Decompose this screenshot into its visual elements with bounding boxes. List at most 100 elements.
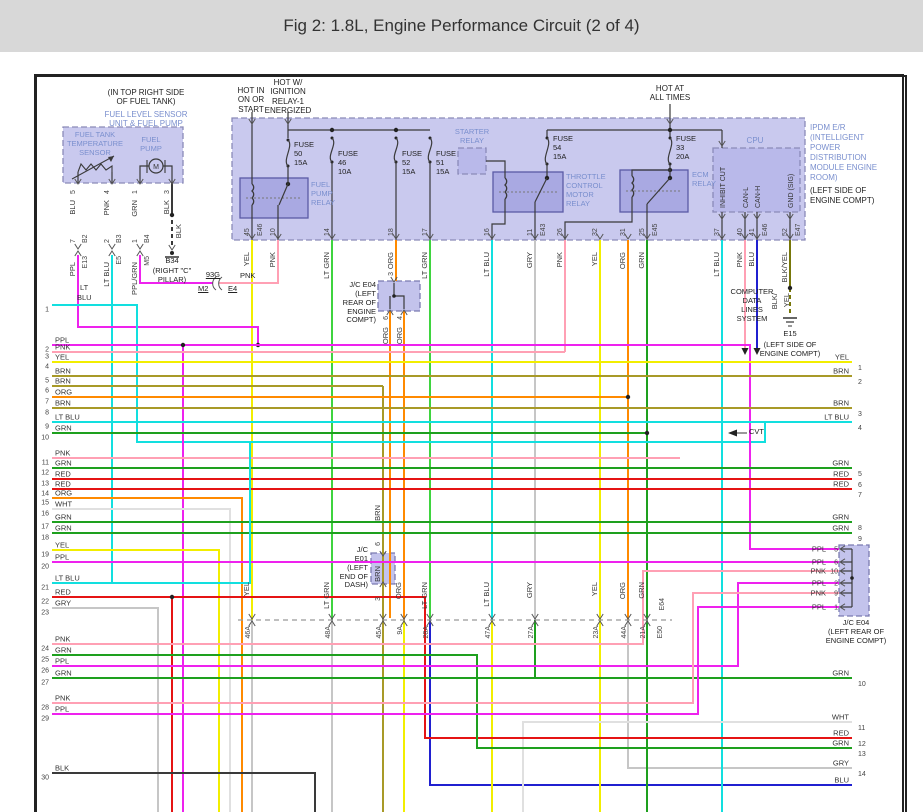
row-number: 16 [41, 511, 49, 518]
wire-color-label: BLU [68, 200, 77, 215]
row-color: GRN [55, 669, 72, 678]
row-color: GRN [55, 524, 72, 533]
wire-color-label: ORG [395, 327, 404, 344]
wire-color-label: GRN [637, 582, 646, 599]
junction-dot [392, 294, 396, 298]
row-color: BLU [77, 293, 92, 302]
wire-color-label: ORG [381, 327, 390, 344]
row-number: 15 [41, 500, 49, 507]
junction-dot [644, 430, 650, 436]
junction-dot [850, 576, 854, 580]
fuel-unit-name: FUEL LEVEL SENSOR UNIT & FUEL PUMP [104, 110, 188, 129]
row-color: GRN [55, 424, 72, 433]
junction-dot [787, 285, 793, 291]
wire-color-label: GRY [525, 582, 534, 598]
ipdm-location-note: (LEFT SIDE OF ENGINE COMPT) [810, 186, 875, 205]
throttle-relay-label: THROTTLE CONTROL MOTOR RELAY [566, 172, 606, 208]
pin-number: 4 [104, 190, 111, 194]
row-number: 6 [45, 388, 49, 395]
connector-name: E50 [657, 626, 664, 639]
wire-color-label: BLK/YEL [780, 252, 789, 282]
row-number: 14 [41, 491, 49, 498]
jc-e04-bottom-name: J/C E04 (LEFT REAR OF ENGINE COMPT) [825, 618, 887, 645]
row-number: 27 [41, 680, 49, 687]
row-number: 8 [858, 525, 862, 532]
hot-at-all-times-label: HOT AT ALL TIMES [649, 84, 691, 103]
row-number: 7 [858, 492, 862, 499]
row-color: GRN [55, 646, 72, 655]
row-number: 11 [42, 460, 49, 467]
wire-color-label: YEL [782, 293, 791, 307]
starter-relay-label: STARTER RELAY [454, 127, 490, 145]
row-color: GRY [55, 599, 71, 608]
fuel-pump-label: FUEL PUMP [140, 135, 162, 153]
row-color: RED [833, 480, 849, 489]
row-color: WHT [832, 713, 849, 722]
pin-number: 41 [749, 228, 756, 236]
row-number: 4 [858, 425, 862, 432]
wire-color-label: LT BLU [482, 582, 491, 607]
arrowhead-left-icon [728, 429, 737, 437]
row-color: RED [833, 470, 849, 479]
pin-arrow-icon [136, 243, 144, 250]
wire-color-label: ORG [386, 252, 395, 269]
row-number: 1 [45, 307, 49, 314]
wire-row-28 [52, 592, 839, 704]
row-color: PNK [55, 694, 70, 703]
ipdm-note: IPDM E/R (INTELLIGENT POWER DISTRIBUTION… [810, 123, 878, 182]
row-color: GRN [832, 524, 849, 533]
wire-color-label: PNK [811, 589, 826, 598]
row-number: 11 [858, 725, 865, 732]
row-color: YEL [835, 353, 849, 362]
wire-row-29 [52, 606, 839, 715]
pin-number: 23A [593, 626, 600, 639]
wire-color-label: YEL [242, 582, 251, 596]
wire-color-label: BRN [373, 566, 382, 582]
row-color: PNK [55, 635, 70, 644]
row-number: 24 [41, 646, 49, 653]
row-number: 20 [41, 564, 49, 571]
row-number: 29 [41, 716, 49, 723]
pin-number: 1 [132, 190, 139, 194]
fuel-tank-temp-sensor-label: FUEL TANK TEMPERATURE SENSOR [66, 130, 124, 157]
jc-e04-top-name: J/C E04 (LEFT REAR OF ENGINE COMPT) [342, 280, 376, 325]
pin-arrow-icon [108, 243, 116, 250]
row-color: GRY [833, 759, 849, 768]
row-color: LT BLU [55, 574, 80, 583]
row-color: LT [80, 283, 89, 292]
row-number: 1 [858, 365, 862, 372]
wire-color-label: PPL [68, 262, 77, 276]
ground-e15-label: E15 [783, 329, 797, 338]
wire-color-label: YEL [242, 252, 251, 266]
pin-number: 37 [714, 228, 721, 236]
cpu-pin-label: CAN-L [743, 187, 750, 208]
row-number: 25 [41, 657, 49, 664]
fuse-54-label: FUSE 54 15A [553, 134, 574, 161]
row-number: 2 [858, 379, 862, 386]
connector-name: B4 [144, 234, 151, 243]
row-color: PPL [55, 553, 69, 562]
wire-color-label: PNK [811, 567, 826, 576]
row-number: 10 [858, 681, 866, 688]
pin-number: 26 [557, 228, 564, 236]
row-color: GRN [832, 513, 849, 522]
wire-color-label: PPL [812, 579, 826, 588]
row-number: 17 [41, 524, 49, 531]
row-number: 3 [45, 354, 49, 361]
pin-arrow-icon [74, 243, 82, 250]
connector-93g-m2: M2 [198, 284, 209, 293]
wire-color-label: LT GRN [322, 252, 331, 279]
pin-connector: E46 [257, 223, 264, 236]
pin-number: 1 [132, 239, 139, 243]
pin-number: 5 [834, 547, 838, 554]
cpu-pin-label: GND (SIG) [788, 174, 795, 208]
fuse-52-label: FUSE 52 15A [402, 149, 423, 176]
row-number: 7 [45, 399, 49, 406]
wire-color-label: PPL [812, 558, 826, 567]
pin-number: 3 [375, 597, 382, 601]
computer-data-lines-label: COMPUTER DATA LINES SYSTEM [730, 287, 774, 323]
row-color: ORG [55, 489, 72, 498]
wire-color-label: PPL/GRN [130, 262, 139, 295]
row-color: RED [833, 729, 849, 738]
row-color: PNK [55, 343, 70, 352]
